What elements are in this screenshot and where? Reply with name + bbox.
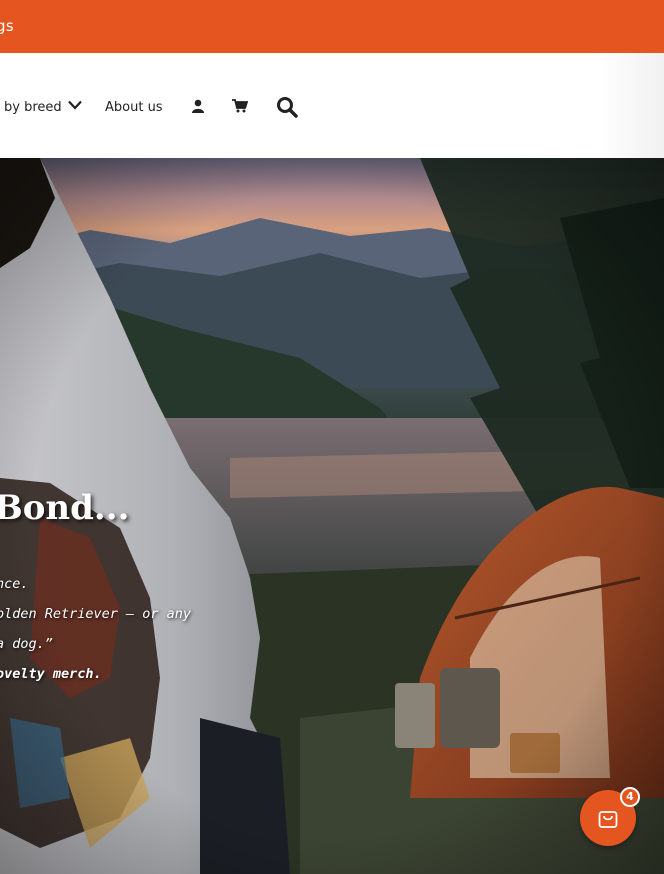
user-icon[interactable] [191, 99, 205, 113]
shopping-bag-icon [598, 811, 618, 828]
site-header: by breed About us [0, 53, 664, 158]
announcement-bar: gs [0, 0, 664, 53]
hero-banner: Bond... nce. olden Retriever — or any a … [0, 158, 664, 874]
hero-text-line: ovelty merch. [0, 666, 102, 682]
hero-text-line: olden Retriever — or any [0, 606, 192, 622]
chevron-down-icon[interactable] [68, 100, 82, 110]
hero-title: Bond... [0, 488, 130, 528]
nav-about-us[interactable]: About us [105, 100, 163, 115]
hero-text-line: a dog.” [0, 636, 53, 652]
cart-count-badge: 4 [620, 787, 640, 807]
announcement-text: gs [0, 17, 14, 35]
nav-shop-by-breed[interactable]: by breed [4, 100, 62, 115]
search-icon[interactable] [276, 96, 298, 118]
hero-text-line: nce. [0, 576, 29, 592]
cart-icon[interactable] [232, 99, 248, 113]
